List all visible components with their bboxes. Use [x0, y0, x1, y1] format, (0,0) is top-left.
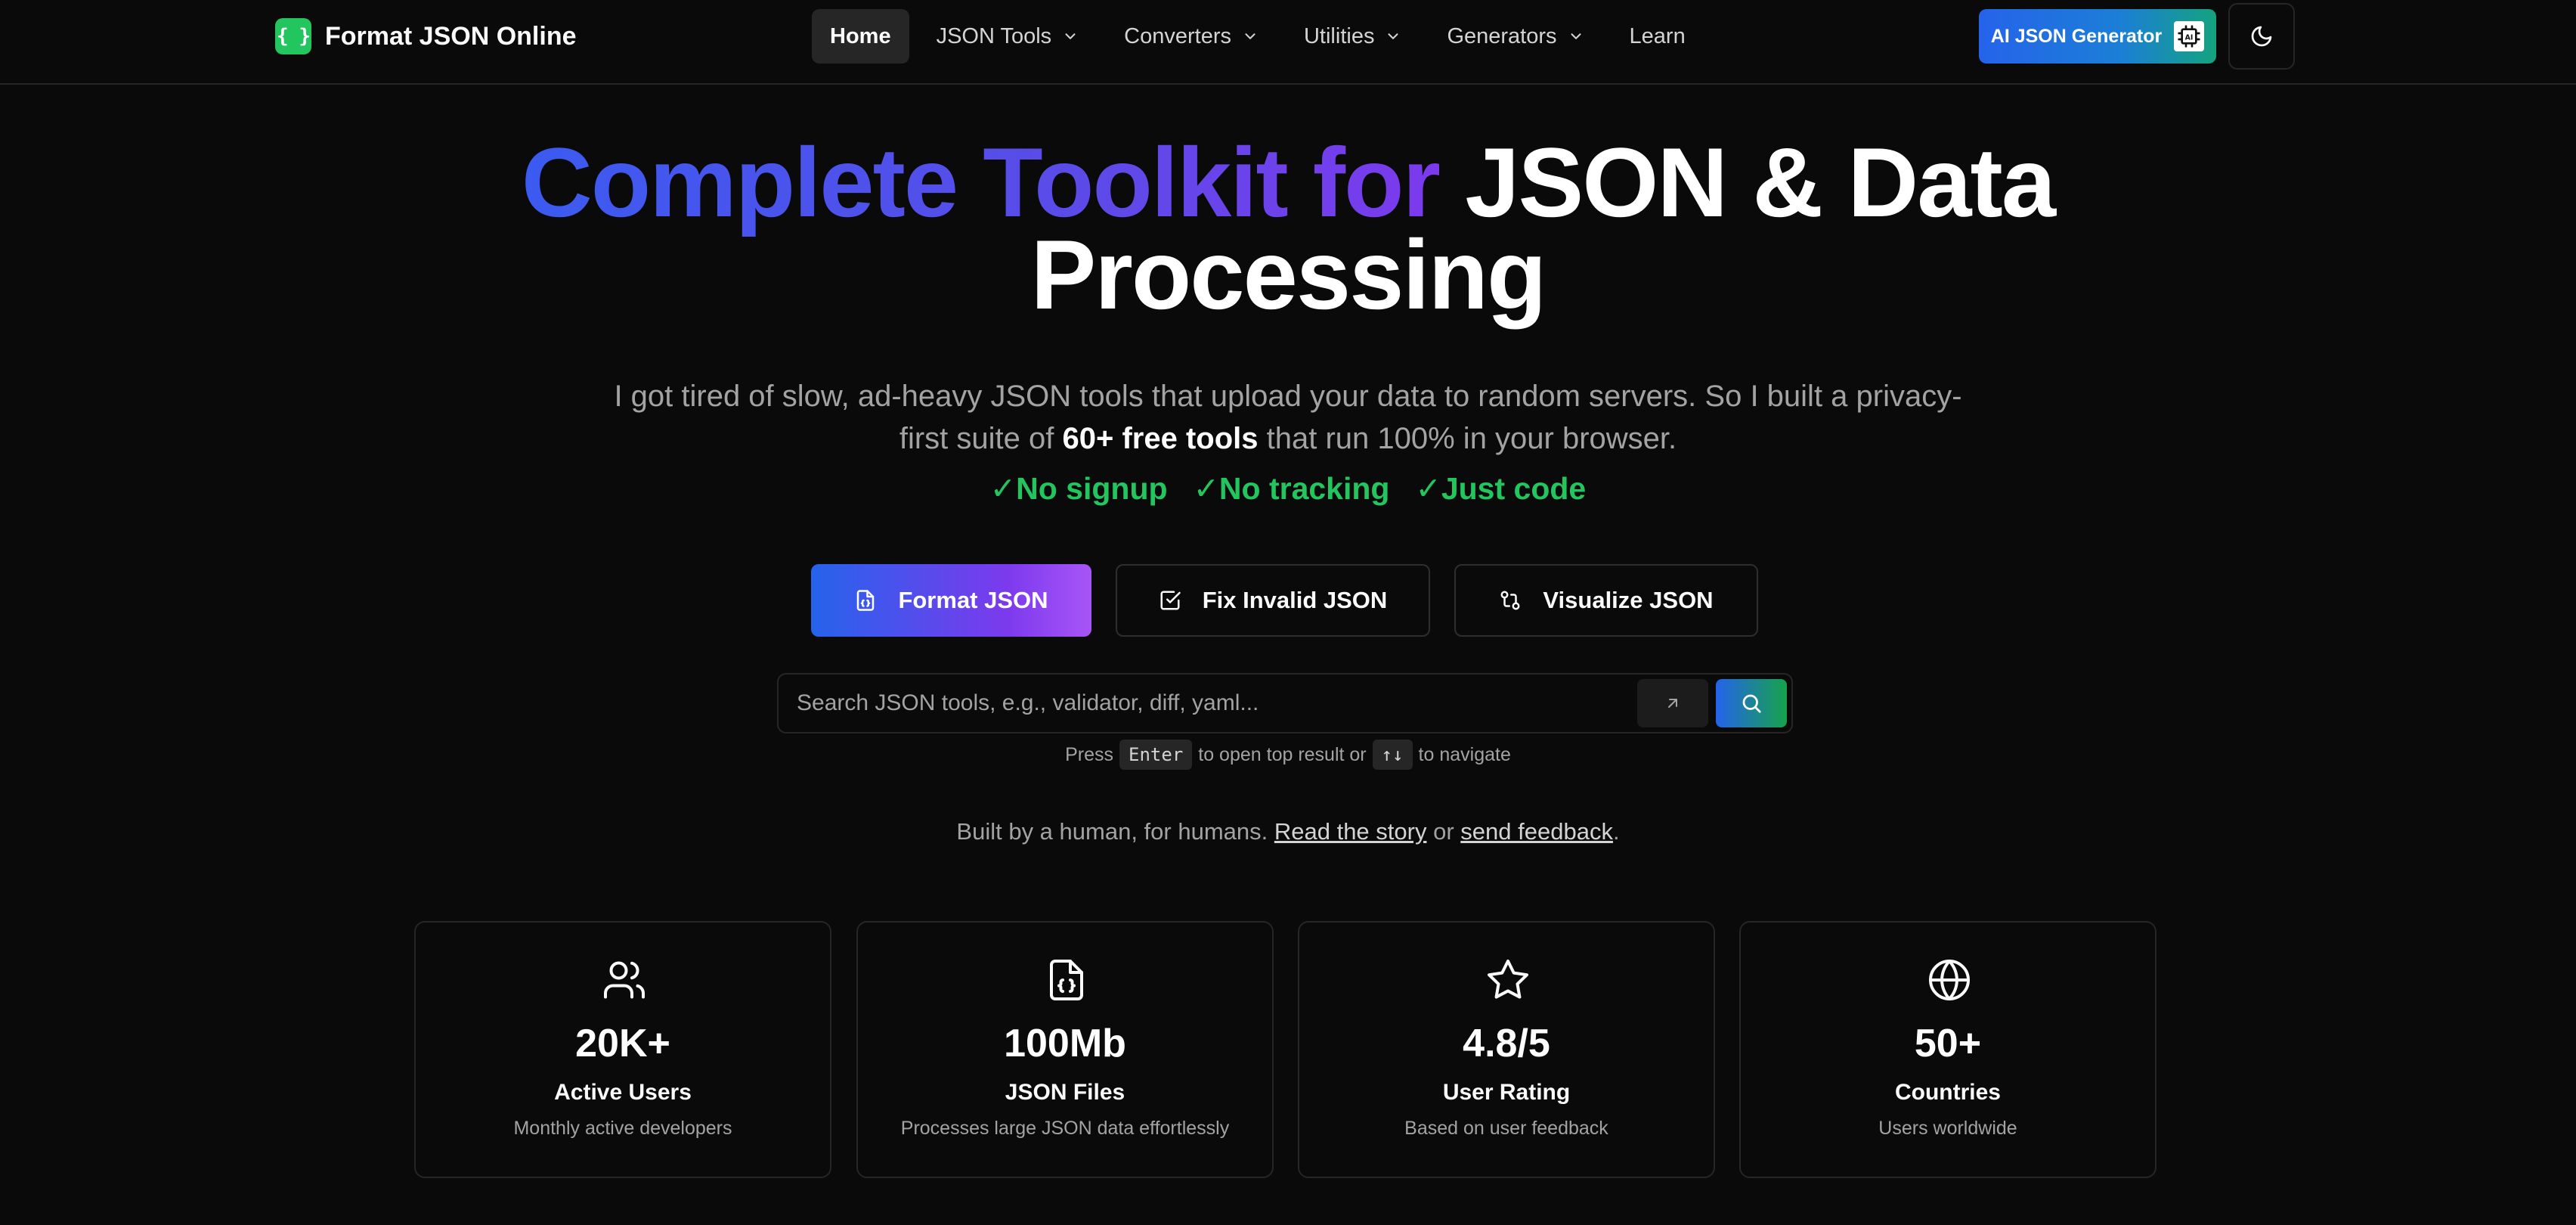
ai-button-label: AI JSON Generator: [1990, 25, 2163, 47]
theme-toggle-button[interactable]: [2228, 3, 2295, 70]
users-icon: [604, 961, 645, 999]
star-icon: [1488, 960, 1528, 999]
read-story-link[interactable]: Read the story: [1274, 818, 1427, 845]
stat-label: Countries: [1894, 1080, 2001, 1105]
git-compare-icon: [1500, 591, 1520, 610]
chevron-down-icon: [1245, 33, 1255, 39]
kbd-enter: Enter: [1119, 740, 1193, 770]
check-square-icon: [1160, 591, 1181, 610]
brand-name: Format JSON Online: [325, 21, 577, 51]
nav-item-label: Learn: [1629, 23, 1686, 48]
stat-card-countries: 50+ Countries Users worldwide: [1739, 921, 2156, 1178]
subtitle-post: that run 100% in your browser.: [1266, 422, 1677, 455]
moon-icon: [2251, 26, 2272, 47]
format-json-button[interactable]: Format JSON: [811, 564, 1091, 637]
search-icon: [1742, 694, 1761, 713]
stat-desc: Monthly active developers: [513, 1118, 732, 1139]
globe-icon: [1929, 960, 1970, 1000]
stat-label: Active Users: [554, 1080, 692, 1105]
main-nav: Home JSON Tools Converters Utilities Gen…: [812, 9, 1713, 64]
file-json-icon: [857, 590, 875, 611]
nav-item-converters[interactable]: Converters: [1106, 9, 1277, 64]
perk-list: ✓No signup ✓No tracking ✓Just code: [0, 470, 2576, 507]
built-text: Built by a human, for humans.: [956, 818, 1268, 845]
search-button[interactable]: [1716, 679, 1787, 727]
perk-no-tracking: ✓No tracking: [1193, 471, 1390, 506]
tool-search-box: [777, 673, 1793, 733]
built-period: .: [1612, 818, 1620, 845]
arrow-up-right-icon: [1668, 699, 1677, 708]
nav-item-json-tools[interactable]: JSON Tools: [918, 9, 1098, 64]
chevron-down-icon: [1571, 33, 1581, 39]
stat-card-json-files: 100Mb JSON Files Processes large JSON da…: [856, 921, 1274, 1178]
chevron-down-icon: [1065, 33, 1076, 39]
nav-item-label: Converters: [1124, 23, 1231, 48]
format-json-label: Format JSON: [898, 587, 1048, 613]
search-hint: Press Enter to open top result or ↑↓ to …: [0, 740, 2576, 770]
visualize-json-button[interactable]: Visualize JSON: [1454, 564, 1758, 637]
brand-logo-icon: { }: [275, 18, 311, 54]
fix-invalid-json-button[interactable]: Fix Invalid JSON: [1116, 564, 1430, 637]
visualize-json-label: Visualize JSON: [1543, 587, 1714, 613]
svg-text:AI: AI: [2185, 34, 2194, 42]
nav-item-label: JSON Tools: [936, 23, 1052, 48]
hint-press: Press: [1065, 743, 1114, 765]
open-top-result-button[interactable]: [1637, 679, 1708, 727]
hint-mid: to open top result or: [1198, 743, 1367, 765]
subtitle-bold: 60+ free tools: [1062, 422, 1259, 455]
site-header: { } Format JSON Online Home JSON Tools C…: [0, 0, 2576, 85]
stat-value: 20K+: [575, 1022, 670, 1065]
stat-card-rating: 4.8/5 User Rating Based on user feedback: [1298, 921, 1715, 1178]
hint-end: to navigate: [1418, 743, 1511, 765]
ai-chip-icon: AI: [2174, 21, 2205, 51]
stat-value: 50+: [1914, 1022, 1982, 1065]
nav-item-generators[interactable]: Generators: [1429, 9, 1602, 64]
stat-value: 4.8/5: [1463, 1022, 1550, 1065]
hero-title-white-1: JSON & Data: [1465, 127, 2056, 237]
stat-desc: Users worldwide: [1878, 1118, 2017, 1139]
stat-label: JSON Files: [1005, 1080, 1125, 1105]
stat-label: User Rating: [1442, 1080, 1571, 1105]
nav-item-learn[interactable]: Learn: [1612, 9, 1704, 64]
tool-search-input[interactable]: [797, 675, 1643, 732]
nav-item-utilities[interactable]: Utilities: [1286, 9, 1420, 64]
nav-item-home[interactable]: Home: [812, 9, 909, 64]
kbd-arrows: ↑↓: [1372, 740, 1413, 770]
send-feedback-link[interactable]: send feedback: [1460, 818, 1613, 845]
hero-subtitle: I got tired of slow, ad-heavy JSON tools…: [605, 375, 1971, 460]
stat-card-users: 20K+ Active Users Monthly active develop…: [414, 921, 831, 1178]
file-json-icon: [1050, 960, 1083, 1000]
brand-link[interactable]: { } Format JSON Online: [275, 18, 577, 54]
stat-desc: Based on user feedback: [1404, 1118, 1608, 1139]
perk-just-code: ✓Just code: [1415, 471, 1587, 506]
stat-value: 100Mb: [1004, 1022, 1126, 1065]
ai-json-generator-button[interactable]: AI JSON Generator AI: [1979, 9, 2216, 64]
stat-desc: Processes large JSON data effortlessly: [900, 1118, 1230, 1139]
nav-item-label: Home: [830, 23, 891, 48]
fix-invalid-json-label: Fix Invalid JSON: [1202, 587, 1388, 613]
nav-item-label: Utilities: [1303, 23, 1375, 48]
built-or: or: [1433, 818, 1454, 845]
nav-item-label: Generators: [1447, 23, 1557, 48]
perk-no-signup: ✓No signup: [989, 471, 1168, 506]
chevron-down-icon: [1388, 33, 1398, 39]
hero-title-white-2: Processing: [1030, 219, 1547, 330]
hero-title: Complete Toolkit for JSON & Data Process…: [0, 133, 2576, 324]
built-by-line: Built by a human, for humans. Read the s…: [0, 818, 2576, 845]
